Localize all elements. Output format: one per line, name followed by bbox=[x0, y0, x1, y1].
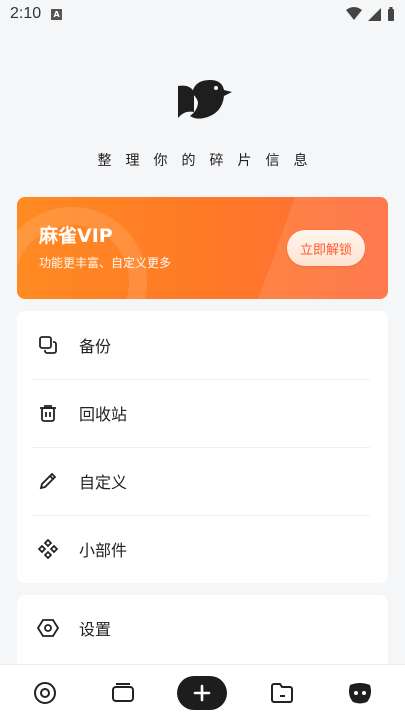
copy-icon bbox=[37, 334, 59, 356]
sparrow-logo-icon bbox=[178, 80, 232, 119]
nav-folder-button[interactable] bbox=[258, 673, 306, 713]
cards-icon bbox=[112, 683, 135, 702]
folder-icon bbox=[270, 683, 293, 703]
trash-icon bbox=[37, 402, 59, 424]
profile-face-icon bbox=[348, 683, 371, 704]
nav-cards-button[interactable] bbox=[99, 673, 147, 713]
menu-item-recycle-bin[interactable]: 回收站 bbox=[17, 379, 388, 447]
menu-item-widgets[interactable]: 小部件 bbox=[17, 515, 388, 583]
circle-dot-icon bbox=[34, 682, 57, 704]
nav-profile-button[interactable] bbox=[336, 673, 384, 713]
menu-item-backup[interactable]: 备份 bbox=[17, 311, 388, 379]
menu-card: 备份 回收站 自定义 小部件 bbox=[17, 311, 388, 583]
tagline: 整理你的碎片信息 bbox=[97, 153, 322, 169]
battery-icon bbox=[388, 7, 394, 21]
widgets-icon bbox=[37, 538, 59, 560]
unlock-vip-button[interactable]: 立即解锁 bbox=[287, 230, 365, 266]
nav-home-button[interactable] bbox=[21, 673, 69, 713]
signal-icon bbox=[368, 7, 381, 21]
status-icons bbox=[346, 7, 395, 21]
menu-label-backup: 备份 bbox=[79, 337, 112, 356]
add-button[interactable] bbox=[177, 676, 228, 710]
status-bar: 2:10 A bbox=[0, 0, 405, 28]
bottom-nav bbox=[0, 664, 405, 721]
app-notification-icon: A bbox=[51, 8, 63, 20]
menu-label-settings: 设置 bbox=[79, 620, 112, 639]
menu-label-widgets: 小部件 bbox=[79, 541, 128, 560]
vip-banner[interactable]: 麻雀VIP 功能更丰富、自定义更多 立即解锁 bbox=[17, 197, 388, 299]
vip-title: 麻雀VIP bbox=[39, 225, 113, 247]
settings-card: 设置 bbox=[17, 595, 388, 675]
status-time: 2:10 bbox=[10, 5, 42, 22]
vip-subtitle: 功能更丰富、自定义更多 bbox=[39, 256, 172, 270]
wifi-icon bbox=[346, 7, 362, 20]
menu-label-recycle-bin: 回收站 bbox=[79, 405, 128, 424]
menu-item-customize[interactable]: 自定义 bbox=[17, 447, 388, 515]
hexagon-settings-icon bbox=[37, 617, 59, 639]
menu-label-customize: 自定义 bbox=[79, 473, 128, 492]
plus-icon bbox=[194, 684, 211, 702]
menu-item-settings[interactable]: 设置 bbox=[17, 595, 388, 661]
pencil-icon bbox=[37, 470, 59, 492]
